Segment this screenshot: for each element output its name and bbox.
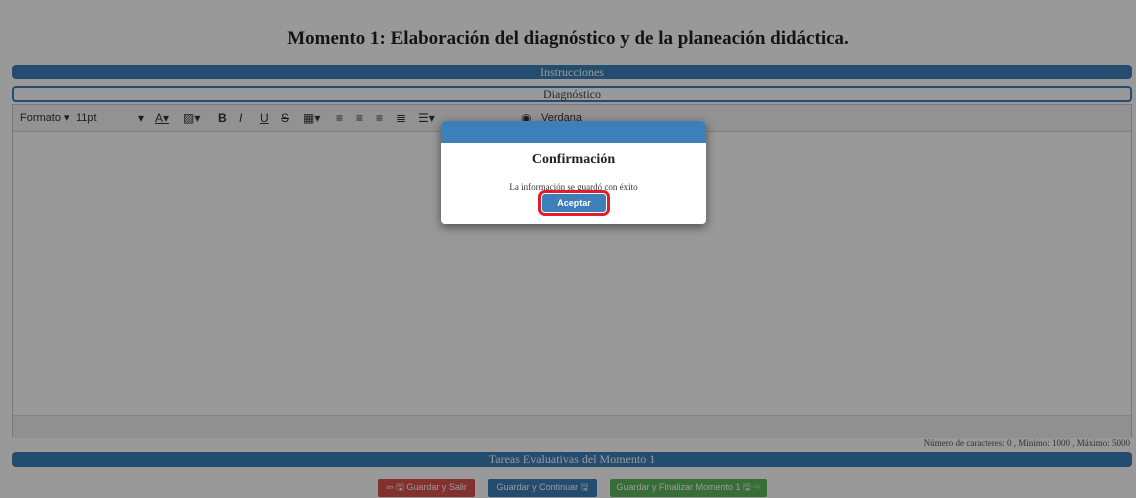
dialog-title: Confirmación [531, 152, 616, 167]
accept-button[interactable]: Aceptar [538, 190, 610, 216]
modal-backdrop [0, 0, 1136, 498]
dialog-header [441, 121, 706, 143]
confirmation-dialog: Confirmación La información se guardó co… [441, 121, 706, 224]
dialog-message: La información se guardó con éxito [509, 182, 638, 192]
